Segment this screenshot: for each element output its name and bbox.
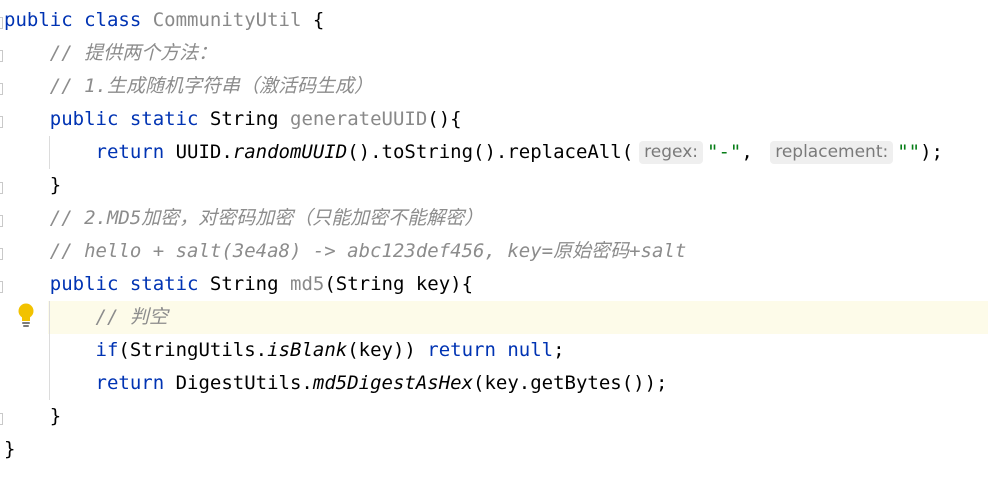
code-token: } <box>49 174 62 196</box>
code-token: public class <box>4 9 153 31</box>
code-token: public static <box>49 108 210 130</box>
code-line[interactable]: } <box>4 433 15 466</box>
lightbulb-icon[interactable] <box>17 302 35 328</box>
code-line[interactable]: public class CommunityUtil { <box>4 4 324 37</box>
code-token: (key)) <box>347 339 428 361</box>
code-token: (){ <box>427 108 462 130</box>
code-token: "" <box>897 141 921 163</box>
code-line[interactable]: } <box>4 169 61 202</box>
code-token: md5DigestAsHex <box>312 372 474 394</box>
code-token: } <box>49 405 62 427</box>
code-token: , <box>741 141 765 163</box>
parameter-hint: regex: <box>639 141 703 164</box>
code-line[interactable]: // 1.生成随机字符串（激活码生成） <box>4 70 373 103</box>
code-line[interactable]: public static String generateUUID(){ <box>4 103 462 136</box>
code-token: CommunityUtil <box>152 9 313 31</box>
fold-marker[interactable] <box>0 248 3 260</box>
code-line[interactable]: // 提供两个方法： <box>4 37 217 70</box>
code-token: isBlank <box>267 339 348 361</box>
fold-marker[interactable] <box>0 215 3 227</box>
fold-marker[interactable] <box>0 17 3 29</box>
fold-marker[interactable] <box>0 413 3 425</box>
code-comment: // 1.生成随机字符串（激活码生成） <box>49 75 373 97</box>
code-line[interactable]: public static String md5(String key){ <box>4 268 473 301</box>
code-comment: // 提供两个方法： <box>49 42 218 64</box>
fold-marker[interactable] <box>0 281 3 293</box>
code-token: (StringUtils. <box>118 339 268 361</box>
code-token: "-" <box>707 141 742 163</box>
code-token: md5 <box>290 273 325 295</box>
code-token: ().toString().replaceAll( <box>347 141 634 163</box>
code-token: UUID. <box>175 141 233 163</box>
code-token: { <box>312 9 325 31</box>
code-line[interactable]: // 2.MD5加密，对密码加密（只能加密不能解密） <box>4 202 484 235</box>
code-line[interactable]: return DigestUtils.md5DigestAsHex(key.ge… <box>4 367 668 400</box>
indent-guide <box>49 136 50 169</box>
code-line[interactable]: return UUID.randomUUID().toString().repl… <box>4 136 943 169</box>
code-token: public static <box>49 273 210 295</box>
code-token: generateUUID <box>290 108 428 130</box>
indent-guide <box>49 301 50 400</box>
code-token: (String key){ <box>324 273 474 295</box>
code-token: randomUUID <box>232 141 348 163</box>
fold-marker[interactable] <box>0 116 3 128</box>
code-token: String <box>209 273 290 295</box>
code-token: return null <box>427 339 554 361</box>
code-comment: // 判空 <box>95 306 168 328</box>
code-token: return <box>95 141 176 163</box>
code-token: (key.getBytes()); <box>473 372 668 394</box>
code-line[interactable]: if(StringUtils.isBlank(key)) return null… <box>4 334 565 367</box>
code-token: String <box>209 108 290 130</box>
fold-marker[interactable] <box>0 50 3 62</box>
fold-marker[interactable] <box>0 182 3 194</box>
code-token: ); <box>920 141 943 163</box>
current-line-highlight <box>48 301 988 334</box>
code-token: return <box>95 372 176 394</box>
code-comment: // hello + salt(3e4a8) -> abc123def456, … <box>49 240 687 262</box>
fold-marker[interactable] <box>0 83 3 95</box>
code-token: DigestUtils. <box>175 372 313 394</box>
parameter-hint: replacement: <box>770 141 894 164</box>
code-token: if <box>95 339 119 361</box>
code-line[interactable]: // hello + salt(3e4a8) -> abc123def456, … <box>4 235 687 268</box>
code-token: } <box>4 438 16 460</box>
code-line[interactable]: } <box>4 400 61 433</box>
code-token: ; <box>553 339 565 361</box>
code-comment: // 2.MD5加密，对密码加密（只能加密不能解密） <box>49 207 484 229</box>
